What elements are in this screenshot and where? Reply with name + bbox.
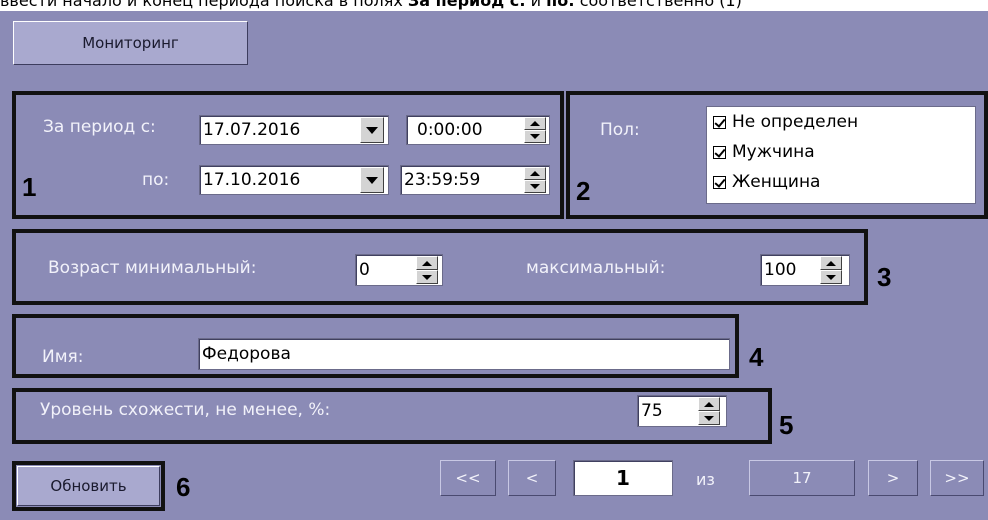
age-min-spinner[interactable] [416, 256, 438, 284]
checkbox-checked[interactable] [713, 115, 726, 129]
spin-up-button[interactable] [524, 117, 546, 130]
refresh-button[interactable]: Обновить [17, 466, 160, 506]
page-number-value: 1 [616, 466, 630, 490]
caption-bold-from: За период с: [407, 0, 526, 10]
spin-up-button[interactable] [698, 397, 720, 411]
spin-up-button[interactable] [820, 256, 842, 270]
age-max-label: максимальный: [526, 258, 666, 278]
arrow-down-icon [704, 415, 714, 421]
last-page-button[interactable]: >> [930, 460, 984, 496]
first-page-button[interactable]: << [440, 460, 496, 496]
annotation-box-1 [12, 91, 564, 219]
name-label: Имя: [42, 347, 84, 367]
gender-option-label: Мужчина [732, 142, 815, 162]
arrow-up-icon [826, 260, 836, 266]
annotation-number-6: 6 [176, 472, 191, 502]
similarity-spinner[interactable] [698, 397, 720, 425]
age-max-spinner[interactable] [820, 256, 842, 284]
arrow-down-icon [530, 134, 540, 139]
annotation-number-5: 5 [779, 410, 794, 440]
annotation-number-3: 3 [877, 262, 892, 292]
arrow-up-icon [422, 260, 432, 266]
chevron-down-icon [366, 126, 378, 134]
page-of-label: из [696, 470, 715, 489]
gender-option-undefined[interactable]: Не определен [713, 112, 858, 132]
total-pages-display: 17 [749, 460, 855, 496]
annotation-number-2: 2 [576, 176, 591, 206]
period-from-time-value: 0:00:00 [417, 120, 483, 140]
caption-prefix: ввести начало и конец периода поиска в п… [0, 0, 408, 10]
arrow-up-icon [704, 401, 714, 407]
age-min-value: 0 [359, 260, 370, 280]
instruction-caption: ввести начало и конец периода поиска в п… [0, 0, 988, 11]
period-to-time-value: 23:59:59 [404, 170, 481, 190]
page-number-input[interactable]: 1 [573, 460, 673, 496]
annotation-number-1: 1 [22, 172, 37, 202]
from-date-dropdown-button[interactable] [360, 117, 384, 143]
similarity-value: 75 [641, 401, 663, 421]
arrow-up-icon [530, 121, 540, 126]
arrow-down-icon [530, 184, 540, 189]
name-field[interactable]: Федорова [198, 338, 730, 370]
caption-suffix: соответственно (1) [574, 0, 742, 10]
spin-up-button[interactable] [524, 167, 546, 180]
checkbox-checked[interactable] [713, 145, 726, 159]
gender-option-male[interactable]: Мужчина [713, 142, 815, 162]
age-min-label: Возраст минимальный: [48, 258, 257, 278]
gender-label: Пол: [600, 120, 640, 140]
age-max-value: 100 [764, 260, 797, 280]
arrow-down-icon [826, 274, 836, 280]
similarity-label: Уровень схожести, не менее, %: [40, 400, 331, 420]
prev-page-button[interactable]: < [508, 460, 556, 496]
spin-down-button[interactable] [524, 130, 546, 143]
name-value: Федорова [202, 344, 291, 364]
caption-bold-to: по: [546, 0, 575, 10]
spin-down-button[interactable] [524, 180, 546, 193]
gender-listbox: Не определен Мужчина Женщина [706, 106, 976, 204]
period-from-date-value: 17.07.2016 [203, 120, 301, 140]
spin-down-button[interactable] [416, 270, 438, 284]
caption-middle: и [525, 0, 547, 10]
period-from-label: За период с: [43, 117, 156, 137]
gender-option-label: Женщина [732, 172, 821, 192]
gender-option-female[interactable]: Женщина [713, 172, 820, 192]
next-page-button[interactable]: > [868, 460, 918, 496]
arrow-up-icon [530, 171, 540, 176]
period-to-date-value: 17.10.2016 [203, 170, 301, 190]
spin-down-button[interactable] [820, 270, 842, 284]
arrow-down-icon [422, 274, 432, 280]
monitoring-button[interactable]: Мониторинг [13, 21, 248, 65]
annotation-number-4: 4 [749, 342, 764, 372]
spin-up-button[interactable] [416, 256, 438, 270]
from-time-spinner[interactable] [524, 117, 546, 143]
to-date-dropdown-button[interactable] [360, 167, 384, 193]
checkbox-checked[interactable] [713, 175, 726, 189]
period-to-label: по: [142, 170, 170, 190]
to-time-spinner[interactable] [524, 167, 546, 193]
gender-option-label: Не определен [732, 112, 859, 132]
chevron-down-icon [366, 176, 378, 184]
spin-down-button[interactable] [698, 411, 720, 425]
